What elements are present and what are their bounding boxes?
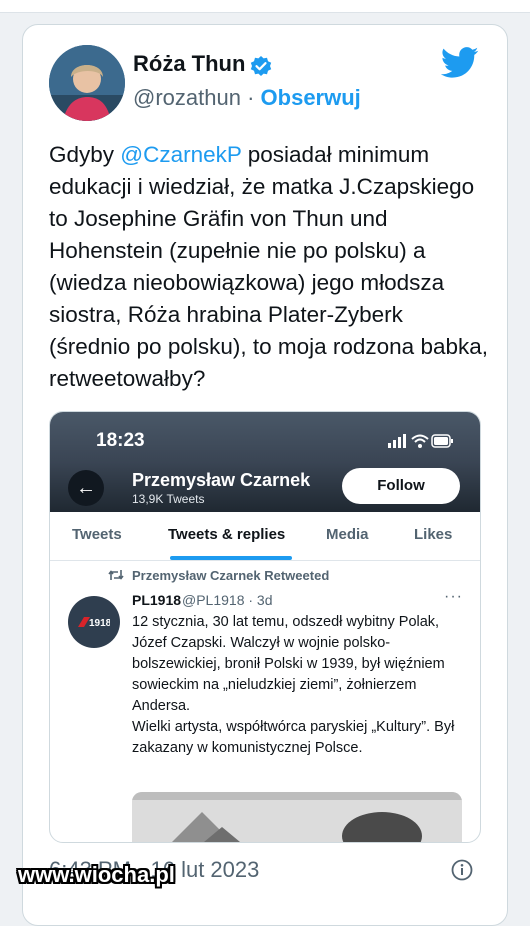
active-tab-indicator <box>170 556 292 560</box>
post-author[interactable]: PL1918 <box>132 592 181 608</box>
status-time: 18:23 <box>96 430 145 451</box>
more-options-icon[interactable]: ··· <box>444 588 463 606</box>
handle-row: @rozathun · Obserwuj <box>133 85 361 111</box>
tweet-text-start: Gdyby <box>49 142 121 167</box>
top-bar <box>0 0 530 13</box>
retweeted-by: Przemysław Czarnek Retweeted <box>132 568 330 583</box>
pl1918-logo: 1918 <box>78 617 110 629</box>
tab-likes[interactable]: Likes <box>414 526 452 543</box>
profile-tabs: Tweets Tweets & replies Media Likes <box>50 512 480 561</box>
avatar[interactable] <box>49 45 125 121</box>
follow-link[interactable]: Obserwuj <box>261 85 361 110</box>
verified-badge-icon <box>250 56 272 76</box>
tweet-card: Róża Thun @rozathun · Obserwuj Gdyby @Cz… <box>22 24 508 926</box>
back-button[interactable]: ← <box>68 470 104 506</box>
tweet-count: 13,9K Tweets <box>132 492 205 506</box>
status-icons <box>388 434 453 448</box>
profile-header: 18:23 ← Przemysław Czarnek 13,9K Tweets … <box>50 412 480 512</box>
mention-link[interactable]: @CzarnekP <box>120 142 241 167</box>
tab-tweets-replies[interactable]: Tweets & replies <box>168 526 285 543</box>
pl1918-avatar[interactable]: 1918 <box>68 596 120 648</box>
tab-tweets[interactable]: Tweets <box>72 526 122 543</box>
post-photo[interactable] <box>132 792 462 842</box>
twitter-bird-icon[interactable] <box>441 47 479 79</box>
retweet-icon <box>108 570 124 580</box>
tweet-text: Gdyby @CzarnekP posiadał minimum edukacj… <box>49 139 489 395</box>
site-watermark: www.wiocha.pl <box>18 862 175 887</box>
profile-name: Przemysław Czarnek <box>132 470 311 490</box>
author-handle[interactable]: @rozathun <box>133 85 241 110</box>
tab-media[interactable]: Media <box>326 526 369 543</box>
embedded-screenshot[interactable]: 18:23 ← Przemysław Czarnek 13,9K Tweets … <box>49 411 481 843</box>
info-icon[interactable] <box>451 859 473 881</box>
follow-button[interactable]: Follow <box>342 468 460 504</box>
pl1918-logo-text: 1918 <box>89 618 110 629</box>
post-meta: @PL1918 · 3d <box>182 592 273 608</box>
separator: · <box>247 85 255 110</box>
tweet-text-rest: posiadał minimum edukacji i wiedział, że… <box>49 142 489 391</box>
post-text: 12 stycznia, 30 lat temu, odszedł wybitn… <box>132 614 455 756</box>
author-name[interactable]: Róża Thun <box>133 51 245 77</box>
